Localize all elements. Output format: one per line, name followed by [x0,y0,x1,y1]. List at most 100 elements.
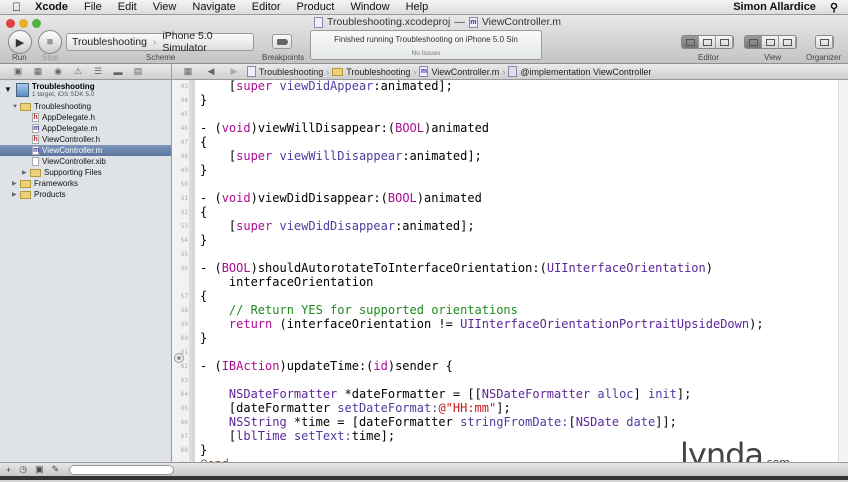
jump-group[interactable]: Troubleshooting [346,67,410,77]
line-number: 60 [180,335,188,342]
symbol-navigator-icon[interactable]: ▦ [28,66,48,77]
line-number: 63 [180,377,188,384]
issue-navigator-icon[interactable]: ⚠ [68,66,88,77]
code-token: super [236,79,273,93]
code-token: } [200,163,208,177]
line-number: 68 [180,447,188,454]
related-files-icon[interactable]: ▦ [178,66,198,77]
forward-arrow-icon[interactable]: ▶ [224,66,244,77]
filter-input[interactable] [69,464,175,475]
debug-area-toggle-icon[interactable] [762,36,779,48]
code-token: void [221,191,251,205]
folder-icon [30,168,41,177]
minimize-window-button[interactable] [19,19,28,28]
folder-icon [20,179,31,188]
search-navigator-icon[interactable]: ◉ [48,66,68,77]
spotlight-search-icon[interactable]: ⚲ [830,1,838,14]
jump-project[interactable]: Troubleshooting [259,67,323,77]
breakpoint-icon [276,38,288,45]
standard-editor-icon[interactable] [682,36,699,48]
file-tree-item[interactable]: m ViewController.m [0,145,171,156]
file-tree-item[interactable]: h AppDelegate.h [0,112,171,123]
code-token: [ [568,415,576,429]
menu-help[interactable]: Help [398,1,437,13]
version-editor-icon[interactable] [716,36,733,48]
code-token: date [626,415,656,429]
line-number: 55 [180,251,188,258]
code-token: NSDate [575,415,620,429]
project-navigator-icon[interactable]: ▣ [8,66,28,77]
utilities-toggle-icon[interactable] [779,36,796,48]
close-window-button[interactable] [6,19,15,28]
menu-editor[interactable]: Editor [244,1,289,13]
file-tree-item[interactable]: ▼ Troubleshooting [0,101,171,112]
code-token: viewWillDisappear [279,149,403,163]
disclosure-triangle-icon[interactable]: ▶ [12,180,20,187]
file-tree-item[interactable]: ▶ Products [0,189,171,200]
breakpoints-label: Breakpoints [262,53,305,62]
navigator-toggle-icon[interactable] [745,36,762,48]
ibaction-connection-icon[interactable] [174,353,184,363]
zoom-window-button[interactable] [32,19,41,28]
breakpoints-button[interactable] [272,34,292,49]
disclosure-triangle-icon[interactable]: ▼ [4,82,12,96]
jump-file[interactable]: ViewController.m [431,67,499,77]
m-file-icon: m [419,66,429,77]
scheme-target: Troubleshooting [72,36,147,48]
breakpoint-navigator-icon[interactable]: ▬ [108,67,128,77]
organizer-button[interactable] [815,35,834,49]
run-button[interactable]: ▶ [8,30,32,54]
disclosure-triangle-icon[interactable]: ▼ [12,104,20,110]
menu-view[interactable]: View [145,1,185,13]
m-file-icon: m [32,146,40,155]
menu-product[interactable]: Product [289,1,343,13]
scheme-separator: › [152,36,157,48]
code-token: )sender { [387,359,453,373]
code-token: super [236,149,273,163]
editor-mode-control[interactable] [681,35,734,49]
menu-navigate[interactable]: Navigate [184,1,243,13]
project-root[interactable]: ▼ Troubleshooting 1 target, iOS SDK 5.0 [0,80,171,101]
view-control[interactable] [744,35,797,49]
scheme-label: Scheme [146,53,176,62]
disclosure-triangle-icon[interactable]: ▶ [22,169,30,176]
organizer-icon[interactable] [816,36,833,48]
h-file-icon: h [32,135,39,144]
file-tree-item[interactable]: h ViewController.h [0,134,171,145]
line-number: 52 [180,209,188,216]
log-navigator-icon[interactable]: ▤ [128,66,148,77]
scm-filter-icon[interactable]: ▣ [31,464,48,475]
user-name[interactable]: Simon Allardice [733,1,816,13]
debug-navigator-icon[interactable]: ☰ [88,66,108,77]
scheme-selector[interactable]: Troubleshooting › iPhone 5.0 Simulator [66,30,254,54]
disclosure-triangle-icon[interactable]: ▶ [12,191,20,198]
menu-file[interactable]: File [76,1,110,13]
file-tree-item[interactable]: ViewController.xib [0,156,171,167]
recent-files-icon[interactable]: ◷ [15,464,31,475]
back-arrow-icon[interactable]: ◀ [201,66,221,77]
file-tree-item[interactable]: ▶ Frameworks [0,178,171,189]
menu-window[interactable]: Window [342,1,397,13]
jump-bar: ▦ ◀ ▶ Troubleshooting › Troubleshooting › … [172,66,651,77]
code-token: @"HH:mm" [438,401,497,415]
unsaved-filter-icon[interactable]: ✎ [48,464,64,475]
code-token: id [373,359,388,373]
stop-button[interactable]: ■ [38,30,62,54]
file-tree-item[interactable]: ▶ Supporting Files [0,167,171,178]
code-token: init [647,387,677,401]
project-icon [247,66,256,77]
assistant-editor-icon[interactable] [699,36,716,48]
jump-symbol[interactable]: @implementation ViewController [520,67,651,77]
file-tree-item[interactable]: m AppDelegate.m [0,123,171,134]
apple-menu-icon[interactable]:  [0,0,27,14]
status-main: Finished running Troubleshooting on iPho… [334,35,518,44]
menu-edit[interactable]: Edit [110,1,145,13]
code-token: (interfaceOrientation != [272,317,461,331]
editor-scrollbar[interactable] [838,80,848,462]
add-icon[interactable]: + [0,465,15,475]
menu-app[interactable]: Xcode [27,1,76,13]
code-token: - ( [200,359,222,373]
code-token: ] [633,387,648,401]
navigator-jump-bar: ▣ ▦ ◉ ⚠ ☰ ▬ ▤ ▦ ◀ ▶ Troubleshooting › Tro… [0,64,848,80]
